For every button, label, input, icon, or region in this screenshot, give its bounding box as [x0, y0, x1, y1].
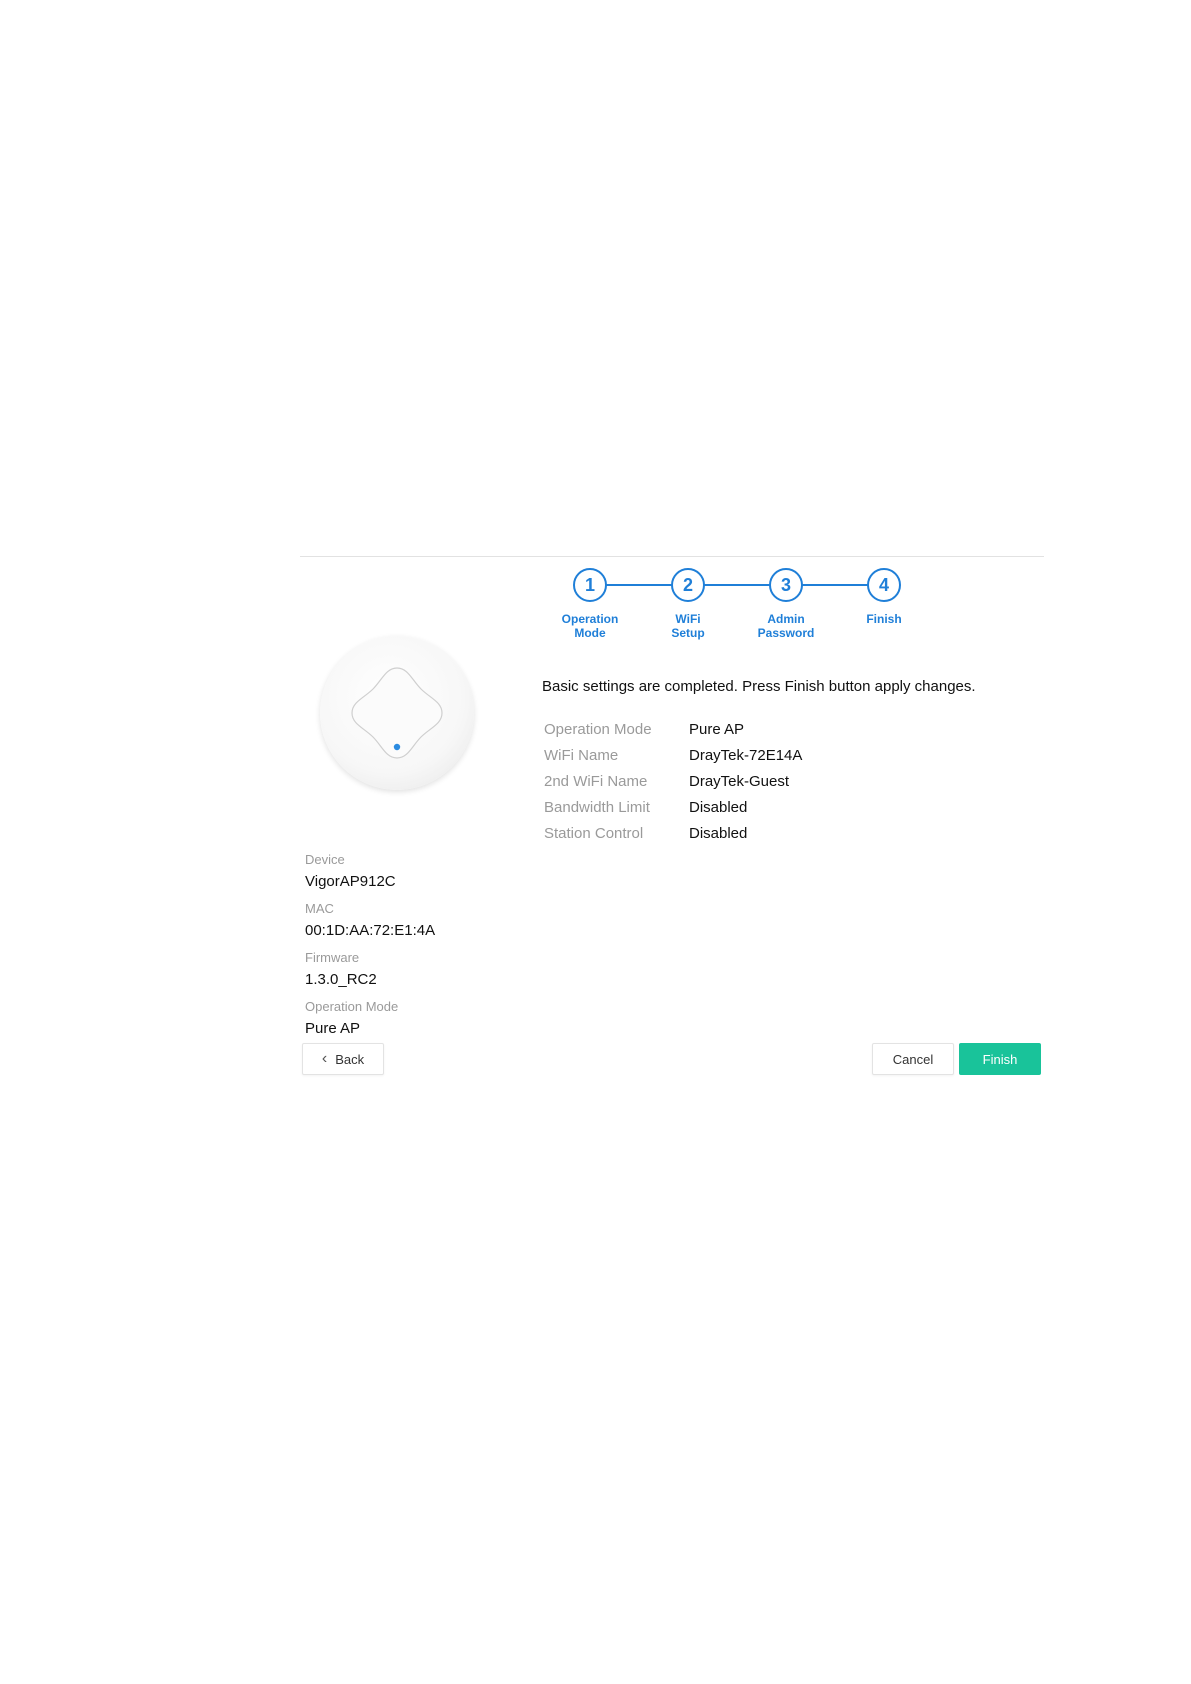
top-divider: [300, 556, 1044, 557]
finish-button-label: Finish: [982, 1051, 1018, 1067]
step-label: Admin Password: [757, 612, 815, 640]
step-label: Finish: [866, 612, 902, 626]
wizard-stepper: 1 Operation Mode 2 WiFi Setup 3 Admin Pa…: [540, 566, 920, 646]
mac-label: MAC: [305, 901, 334, 916]
step-label: Operation Mode: [561, 612, 619, 640]
completion-message: Basic settings are completed. Press Fini…: [542, 678, 976, 695]
step-number: 2: [671, 568, 705, 602]
summary-row: Bandwidth Limit Disabled: [544, 794, 802, 820]
back-button[interactable]: ‹ Back: [302, 1043, 384, 1075]
summary-key: Bandwidth Limit: [544, 798, 650, 816]
device-info-panel: Device VigorAP912C MAC 00:1D:AA:72:E1:4A…: [305, 852, 505, 1048]
summary-value: Disabled: [689, 824, 748, 842]
summary-row: Operation Mode Pure AP: [544, 716, 802, 742]
summary-key: Operation Mode: [544, 720, 652, 738]
summary-key: Station Control: [544, 824, 644, 842]
access-point-image: [320, 636, 474, 790]
device-label: Device: [305, 852, 345, 867]
firmware-label: Firmware: [305, 950, 360, 965]
step-number: 1: [573, 568, 607, 602]
cancel-button[interactable]: Cancel: [872, 1043, 954, 1075]
summary-value: DrayTek-Guest: [689, 772, 790, 790]
firmware-value: 1.3.0_RC2: [305, 971, 377, 988]
summary-row: Station Control Disabled: [544, 820, 802, 846]
mac-value: 00:1D:AA:72:E1:4A: [305, 922, 436, 939]
summary-key: WiFi Name: [544, 746, 619, 764]
operation-mode-label: Operation Mode: [305, 999, 399, 1014]
step-finish: 4 Finish: [834, 568, 934, 626]
cancel-button-label: Cancel: [892, 1051, 934, 1067]
chevron-left-icon: ‹: [321, 1050, 328, 1067]
summary-value: DrayTek-72E14A: [689, 746, 803, 764]
summary-key: 2nd WiFi Name: [544, 772, 648, 790]
step-number: 4: [867, 568, 901, 602]
summary-row: WiFi Name DrayTek-72E14A: [544, 742, 802, 768]
operation-mode-value: Pure AP: [305, 1020, 361, 1037]
summary-value: Pure AP: [689, 720, 745, 738]
step-operation-mode: 1 Operation Mode: [540, 568, 640, 640]
step-admin-password: 3 Admin Password: [736, 568, 836, 640]
step-wifi-setup: 2 WiFi Setup: [638, 568, 738, 640]
summary-value: Disabled: [689, 798, 748, 816]
step-label: WiFi Setup: [671, 612, 705, 640]
settings-summary: Operation Mode Pure AP WiFi Name DrayTek…: [544, 716, 802, 846]
back-button-label: Back: [335, 1051, 365, 1067]
access-point-icon: [351, 667, 443, 759]
step-number: 3: [769, 568, 803, 602]
device-value: VigorAP912C: [305, 873, 396, 890]
summary-row: 2nd WiFi Name DrayTek-Guest: [544, 768, 802, 794]
finish-button[interactable]: Finish: [959, 1043, 1041, 1075]
